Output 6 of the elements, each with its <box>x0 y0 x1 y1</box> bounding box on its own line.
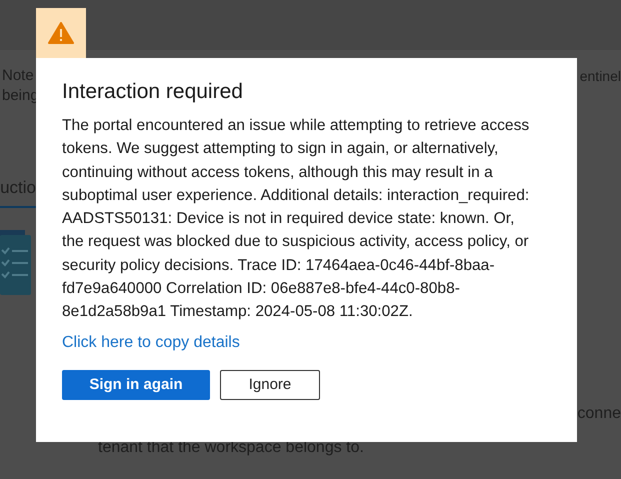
dialog-title: Interaction required <box>62 79 244 105</box>
copy-details-link[interactable]: Click here to copy details <box>62 334 240 352</box>
sign-in-button[interactable]: Sign in again <box>62 370 210 400</box>
warning-icon <box>48 22 74 44</box>
dialog-message: The portal encountered an issue while attempting to retrieve access tokens. We suggest attempting to sign in again, or alternatively, continuing without access tokens, although this may result in a suboptimal user experience. Additional details: interaction_required: AADSTS50131: Device is not in required device state: known. Or, the request was blocked due to suspicious activity, access policy, or security policy decisions. Trace ID: 17464aea-0c46-44bf-8baa-fd7e9a640000 Correlation ID: 06e887e8-bfe4-44c0-80b8-8e1d2a58b9a1 Timestamp: 2024-05-08 11:30:02Z. <box>62 116 530 322</box>
ignore-button[interactable]: Ignore <box>220 370 320 400</box>
